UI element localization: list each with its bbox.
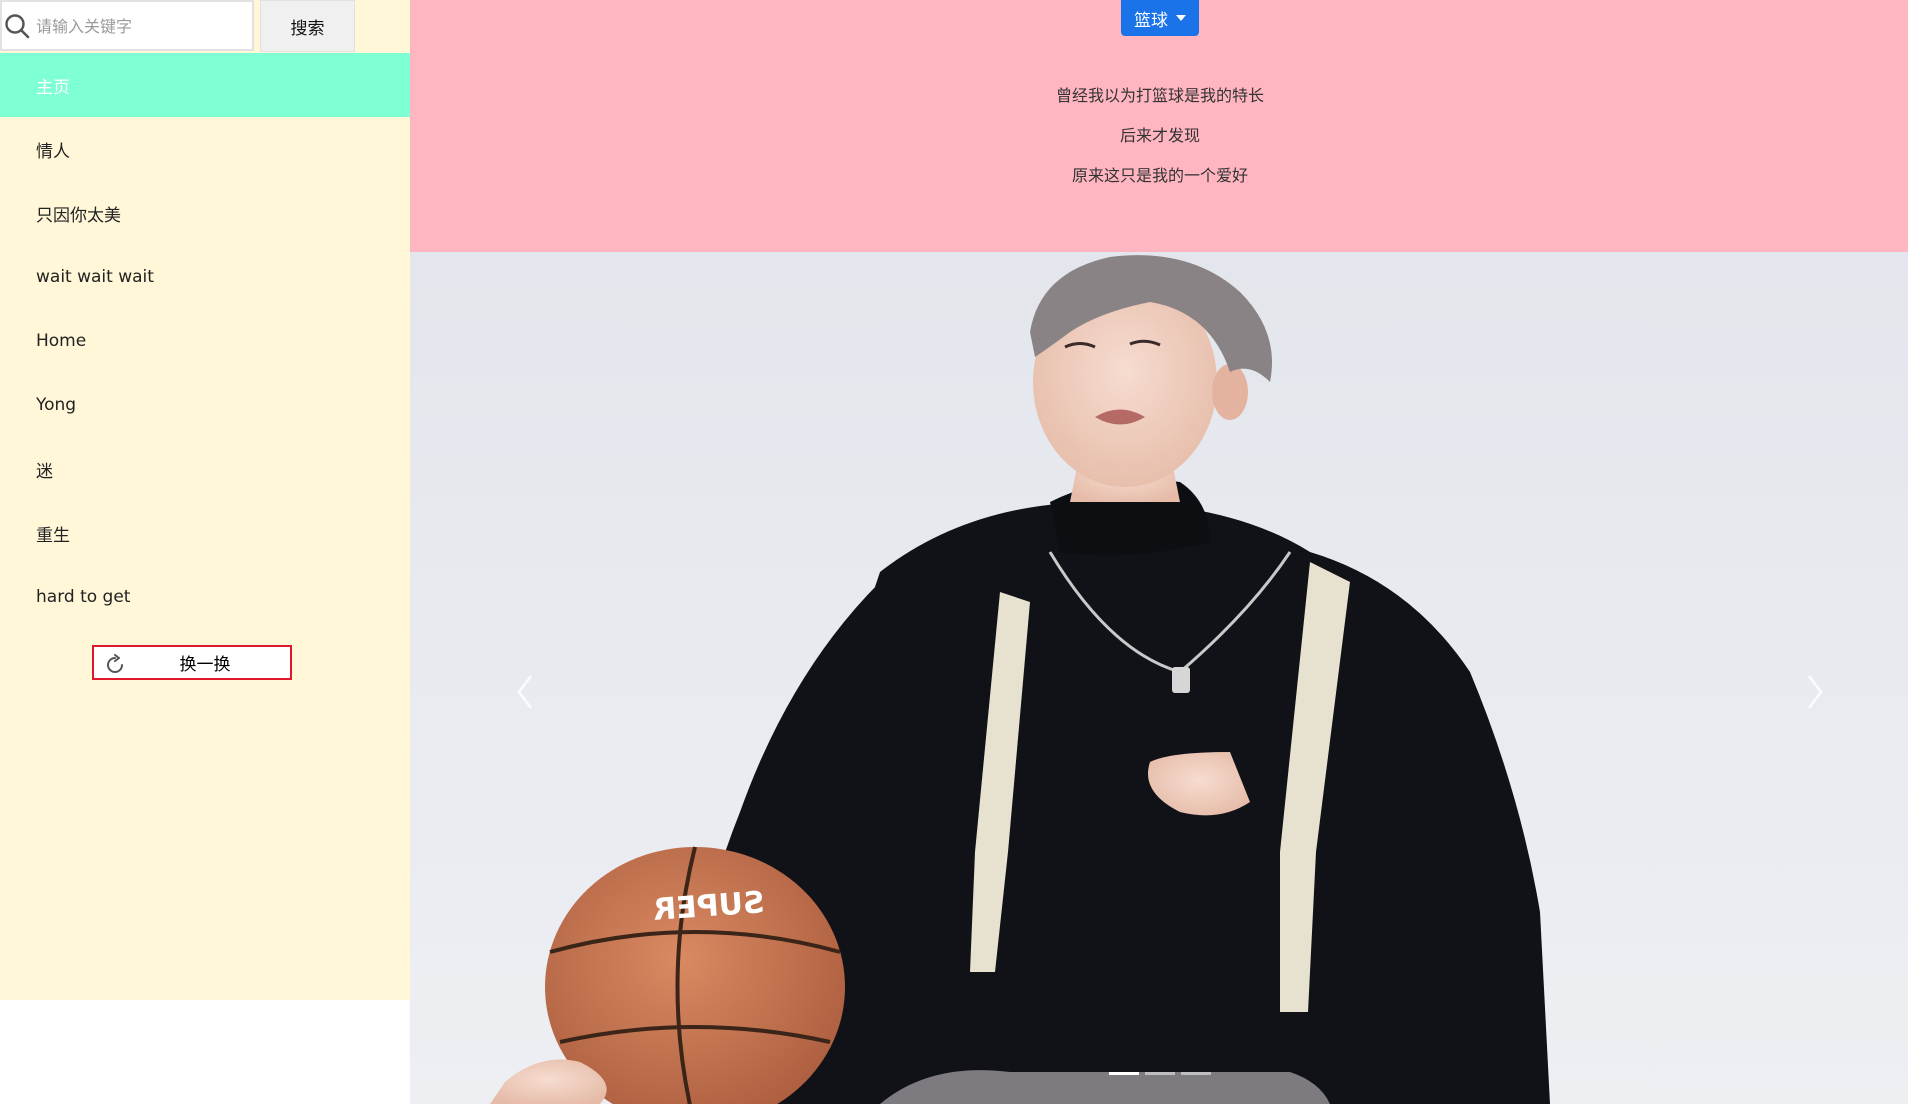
lyrics-list: 曾经我以为打篮球是我的特长 后来才发现 原来这只是我的一个爱好	[410, 84, 1910, 204]
sidebar-item-only-because-you-are-beautiful[interactable]: 只因你太美	[0, 181, 410, 245]
sidebar-item-label: Yong	[36, 395, 77, 415]
carousel-indicator[interactable]	[1145, 1072, 1175, 1075]
sidebar-item-yong[interactable]: Yong	[0, 373, 410, 437]
sidebar: 搜索 主页 情人 只因你太美 wait wait wait Home Yong …	[0, 0, 410, 1000]
sidebar-item-label: hard to get	[36, 587, 131, 607]
lyric-line: 曾经我以为打篮球是我的特长	[1055, 86, 1264, 105]
lyric-line: 后来才发现	[1119, 126, 1200, 145]
sidebar-nav: 主页 情人 只因你太美 wait wait wait Home Yong 迷 重…	[0, 53, 410, 629]
search-button[interactable]: 搜索	[260, 0, 355, 52]
category-dropdown[interactable]: 篮球	[1121, 0, 1199, 36]
dropdown-label: 篮球	[1134, 10, 1168, 31]
caret-down-icon	[1176, 15, 1186, 21]
carousel-next-button[interactable]	[1795, 652, 1835, 732]
sidebar-item-label: 重生	[36, 525, 70, 546]
sidebar-item-hard-to-get[interactable]: hard to get	[0, 565, 410, 629]
sidebar-item-label: Home	[36, 331, 87, 351]
header-banner: 篮球 曾经我以为打篮球是我的特长 后来才发现 原来这只是我的一个爱好	[410, 0, 1910, 252]
search-icon	[5, 14, 30, 39]
chevron-right-icon	[1808, 675, 1823, 709]
carousel-prev-button[interactable]	[505, 652, 545, 732]
sidebar-item-label: 只因你太美	[36, 205, 121, 226]
sidebar-item-label: 迷	[36, 461, 53, 482]
carousel-indicator[interactable]	[1181, 1072, 1211, 1075]
sidebar-item-lover[interactable]: 情人	[0, 117, 410, 181]
sidebar-item-label: 主页	[36, 77, 70, 98]
sidebar-item-home[interactable]: 主页	[0, 53, 410, 117]
swap-button[interactable]: 换一换	[92, 645, 292, 680]
sidebar-item-label: 情人	[36, 141, 70, 162]
sidebar-item-wait-wait-wait[interactable]: wait wait wait	[0, 245, 410, 309]
image-carousel: SUPER	[410, 252, 1910, 1104]
sidebar-item-rebirth[interactable]: 重生	[0, 501, 410, 565]
search-field[interactable]	[0, 0, 254, 51]
search-input[interactable]	[34, 8, 250, 45]
sidebar-item-label: wait wait wait	[36, 267, 154, 287]
chevron-left-icon	[517, 675, 532, 709]
carousel-indicators	[410, 1072, 1910, 1075]
lyric-line: 原来这只是我的一个爱好	[1071, 166, 1248, 185]
swap-button-label: 换一换	[179, 655, 231, 675]
search-bar: 搜索	[0, 0, 410, 52]
sidebar-item-mi[interactable]: 迷	[0, 437, 410, 501]
carousel-indicator[interactable]	[1109, 1072, 1139, 1075]
carousel-photo: SUPER	[410, 252, 1910, 1104]
sidebar-item-home-song[interactable]: Home	[0, 309, 410, 373]
